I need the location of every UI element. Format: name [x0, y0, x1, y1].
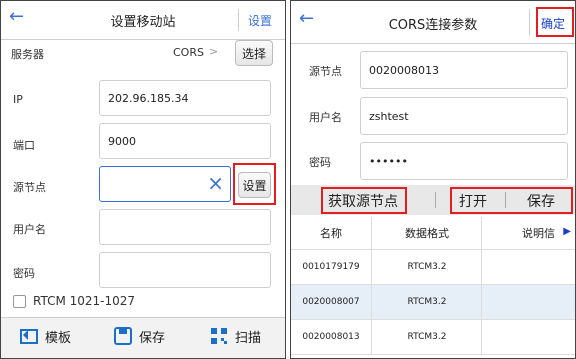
username-label: 用户名	[309, 111, 342, 124]
bottom-toolbar: 模板 保存 扫描	[1, 317, 285, 358]
table-header: 名称 数据格式 说明信 ▶	[291, 217, 575, 250]
header-settings-button[interactable]: 设置	[248, 12, 272, 29]
scroll-right-icon[interactable]: ▶	[563, 226, 571, 237]
mountpoint-value: 0020008013	[369, 63, 439, 77]
action-bar: 获取源节点 打开 保存	[291, 185, 575, 215]
password-label: 密码	[309, 156, 331, 169]
username-input[interactable]	[99, 209, 271, 245]
ip-value: 202.96.185.34	[108, 91, 189, 105]
mountpoint-label: 源节点	[13, 181, 46, 194]
chevron-right-icon: >	[209, 45, 219, 58]
highlight-box	[536, 7, 574, 37]
ip-input[interactable]: 202.96.185.34	[99, 80, 271, 116]
page-title: 设置移动站	[110, 15, 176, 30]
table-row[interactable]: 0020008013 RTCM3.2	[291, 320, 575, 355]
highlight-box	[233, 163, 276, 205]
column-header-format: 数据格式	[371, 217, 482, 249]
row-format: RTCM3.2	[371, 320, 482, 354]
template-icon	[20, 329, 38, 344]
rtcm-checkbox-label: RTCM 1021-1027	[33, 294, 136, 308]
row-name: 0020008013	[302, 332, 360, 342]
mountpoint-input[interactable]: ×	[99, 166, 231, 202]
port-value: 9000	[108, 134, 136, 148]
select-server-button[interactable]: 选择	[235, 40, 273, 66]
row-description	[481, 285, 575, 319]
row-format: RTCM3.2	[371, 250, 482, 284]
mobile-station-panel: ← 设置移动站 设置 服务器 CORS > 选择 IP 202.96.185.3…	[0, 0, 286, 359]
header-bar: ← CORS连接参数 确定	[291, 1, 575, 44]
scan-button[interactable]: 扫描	[209, 326, 261, 346]
highlight-box	[450, 187, 573, 214]
save-label: 保存	[139, 330, 166, 346]
table-row[interactable]: 0010179179 RTCM3.2	[291, 250, 575, 285]
password-label: 密码	[13, 267, 35, 280]
ip-label: IP	[13, 93, 23, 106]
column-header-name: 名称	[320, 227, 342, 240]
server-value: CORS	[173, 46, 204, 59]
save-icon	[114, 327, 132, 345]
page-title: CORS连接参数	[388, 18, 478, 33]
port-input[interactable]: 9000	[99, 123, 271, 159]
header-bar: ← 设置移动站 设置	[1, 1, 285, 40]
password-input[interactable]	[99, 252, 271, 288]
template-label: 模板	[45, 330, 72, 346]
row-format: RTCM3.2	[371, 285, 482, 319]
row-name: 0010179179	[302, 262, 360, 272]
template-button[interactable]: 模板	[19, 326, 71, 346]
qr-scan-icon	[211, 328, 227, 344]
clear-icon[interactable]: ×	[207, 171, 224, 195]
mountpoint-label: 源节点	[309, 65, 342, 78]
row-name: 0020008007	[302, 297, 360, 307]
column-header-description: 说明信	[481, 217, 575, 249]
username-label: 用户名	[13, 223, 46, 236]
scan-label: 扫描	[235, 330, 262, 346]
save-button[interactable]: 保存	[113, 326, 165, 346]
username-value: zshtest	[369, 109, 409, 123]
username-input[interactable]: zshtest	[360, 97, 568, 135]
cors-params-panel: ← CORS连接参数 确定 源节点 0020008013 用户名 zshtest…	[290, 0, 576, 359]
port-label: 端口	[13, 139, 35, 152]
highlight-box	[321, 187, 407, 214]
password-input[interactable]: ••••••	[360, 142, 568, 180]
table-row[interactable]: 0020008007 RTCM3.2	[291, 285, 575, 320]
server-label: 服务器	[11, 48, 44, 61]
rtcm-checkbox[interactable]	[13, 295, 26, 308]
row-description	[481, 250, 575, 284]
mountpoint-input[interactable]: 0020008013	[360, 51, 568, 89]
row-description	[481, 320, 575, 354]
password-value: ••••••	[369, 154, 408, 168]
